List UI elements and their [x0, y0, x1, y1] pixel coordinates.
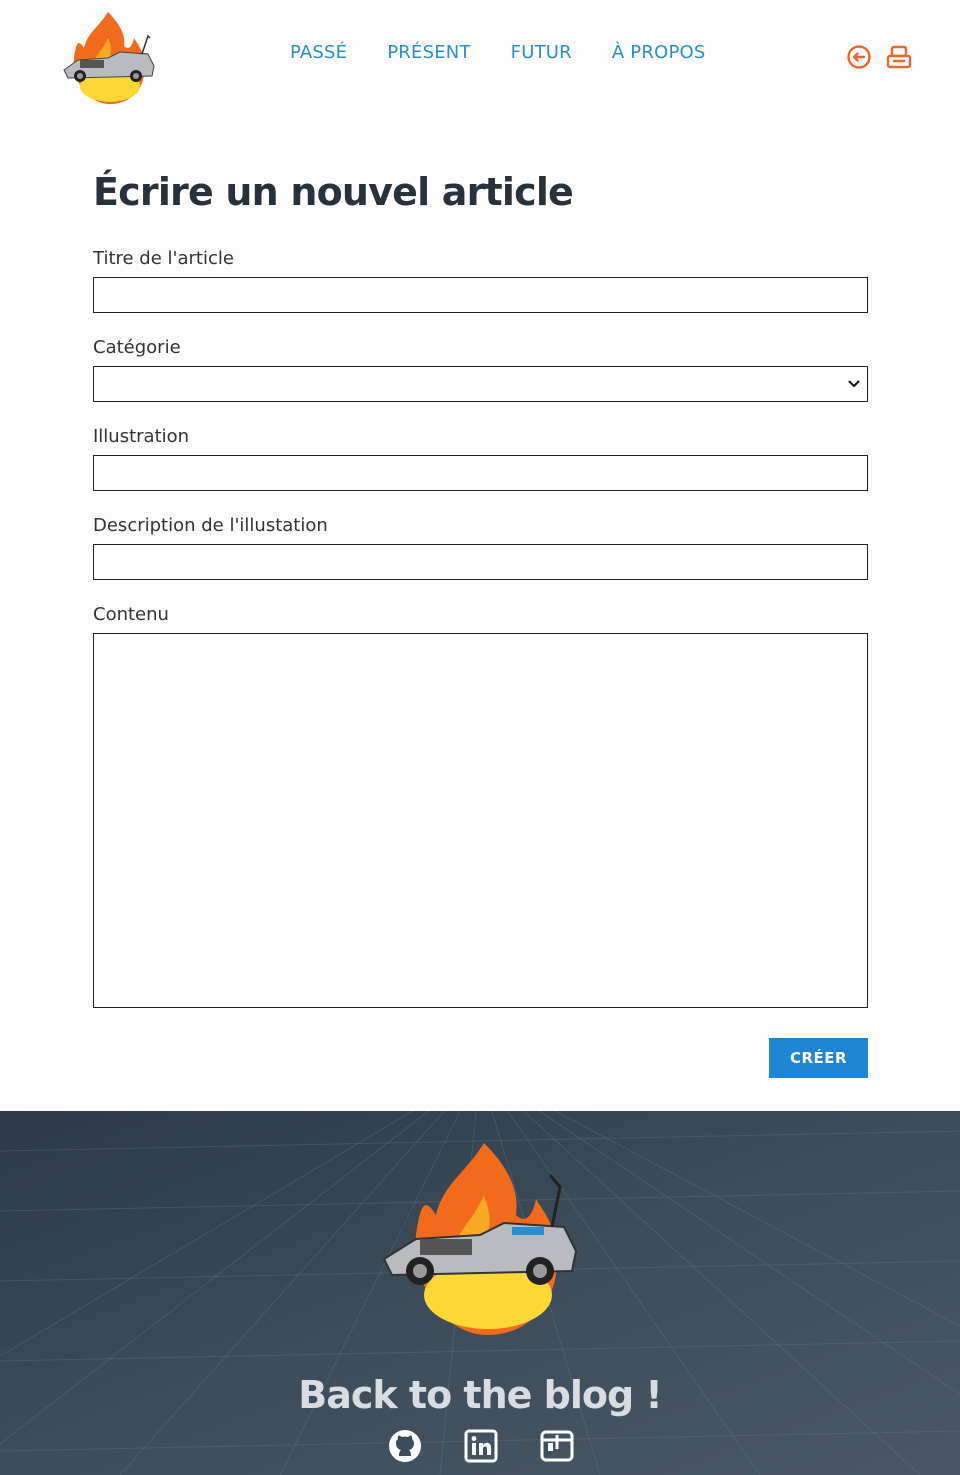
linkedin-icon[interactable] — [464, 1429, 498, 1463]
chevron-down-icon — [848, 380, 860, 387]
page-title: Écrire un nouvel article — [93, 170, 574, 214]
form-actions: CRÉER — [93, 1038, 868, 1078]
category-select[interactable] — [93, 366, 868, 402]
illustration-description-label: Description de l'illustation — [93, 515, 328, 536]
illustration-field-group: Illustration — [93, 426, 868, 491]
create-button[interactable]: CRÉER — [769, 1038, 868, 1078]
new-article-form: Titre de l'article Catégorie Illustratio… — [93, 248, 868, 1078]
illustration-label: Illustration — [93, 426, 190, 447]
footer-social-links — [388, 1429, 574, 1463]
header-actions — [846, 44, 912, 70]
site-header: PASSÉ PRÉSENT FUTUR À PROPOS — [0, 0, 960, 115]
footer-logo[interactable] — [380, 1139, 580, 1339]
category-field-group: Catégorie — [93, 337, 868, 402]
illustration-description-field-group: Description de l'illustation — [93, 515, 868, 580]
content-textarea[interactable] — [93, 633, 868, 1008]
main-nav: PASSÉ PRÉSENT FUTUR À PROPOS — [270, 42, 726, 63]
nav-link-passe[interactable]: PASSÉ — [270, 42, 367, 63]
title-input[interactable] — [93, 277, 868, 313]
nav-link-a-propos[interactable]: À PROPOS — [592, 42, 726, 63]
illustration-input[interactable] — [93, 455, 868, 491]
site-footer: Back to the blog ! — [0, 1111, 960, 1475]
dashboard-icon[interactable] — [886, 44, 912, 70]
content-field-group: Contenu — [93, 604, 868, 1008]
content-label: Contenu — [93, 604, 169, 625]
logout-icon[interactable] — [846, 44, 872, 70]
article-form-section: Écrire un nouvel article Titre de l'arti… — [93, 170, 868, 1078]
footer-title[interactable]: Back to the blog ! — [0, 1373, 960, 1417]
nav-link-futur[interactable]: FUTUR — [491, 42, 592, 63]
github-icon[interactable] — [388, 1429, 422, 1463]
title-label: Titre de l'article — [93, 248, 234, 269]
blog-logo[interactable] — [58, 8, 158, 108]
malt-icon[interactable] — [540, 1429, 574, 1463]
title-field-group: Titre de l'article — [93, 248, 868, 313]
illustration-description-input[interactable] — [93, 544, 868, 580]
category-label: Catégorie — [93, 337, 181, 358]
nav-link-present[interactable]: PRÉSENT — [367, 42, 490, 63]
